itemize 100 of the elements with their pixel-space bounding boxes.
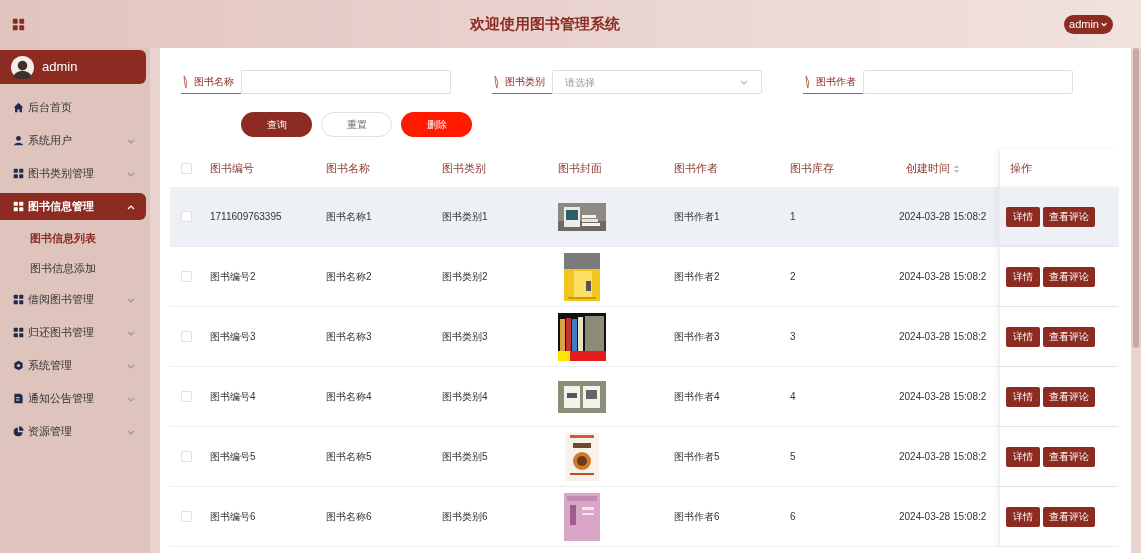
home-icon (13, 102, 24, 113)
user-menu-button[interactable]: admin (1064, 14, 1113, 34)
checkbox[interactable] (180, 451, 192, 462)
table-cell-text: 2024-03-28 15:08:2 (899, 450, 987, 464)
sidebar-item[interactable]: 归还图书管理 (0, 319, 146, 346)
table-cell-text: 3 (790, 330, 796, 344)
table-cell-text: 图书作者6 (674, 510, 720, 524)
user-icon (13, 135, 24, 146)
table-row[interactable]: 图书编号3 图书名称3 图书类别3 图书作者3 3 2024-03-28 15:08:2 详情 查看评论 (170, 307, 1119, 367)
field-label: 图书作者 (803, 70, 863, 94)
column-header: 图书作者 (674, 161, 718, 177)
avatar (11, 55, 34, 79)
column-header[interactable]: 创建时间 (906, 160, 950, 177)
view-comments-button[interactable]: 查看评论 (1043, 326, 1095, 347)
table-cell-text: 图书名称4 (326, 390, 372, 404)
sidebar-item[interactable]: 系统用户 (0, 127, 146, 154)
settings-icon (13, 360, 24, 371)
sidebar-item[interactable]: 借阅图书管理 (0, 286, 146, 313)
sidebar-item[interactable]: 通知公告管理 (0, 385, 146, 412)
table-cell-text: 1711609763395 (210, 210, 282, 224)
table-cell-text: 图书类别1 (442, 210, 488, 224)
submenu-item[interactable]: 图书信息添加 (0, 253, 150, 283)
table-row[interactable]: 图书编号4 图书名称4 图书类别4 图书作者4 4 2024-03-28 15:08:2 详情 查看评论 (170, 367, 1119, 427)
grid-icon (13, 168, 24, 179)
view-comments-button[interactable]: 查看评论 (1043, 506, 1095, 527)
details-button[interactable]: 详情 (1006, 206, 1040, 227)
view-comments-button[interactable]: 查看评论 (1043, 206, 1095, 227)
table-cell-text: 图书作者5 (674, 450, 720, 464)
input-field[interactable] (863, 70, 1073, 94)
table-cell-text: 图书名称5 (326, 450, 372, 464)
delete-button[interactable]: 删除 (401, 112, 472, 137)
table-cell-text: 图书类别5 (442, 450, 488, 464)
sidebar-item[interactable]: 图书类别管理 (0, 160, 146, 187)
table-cell-text: 2 (790, 270, 796, 284)
table-row[interactable]: 1711609763395 图书名称1 图书类别1 图书作者1 1 2024-03-28 15:08:2 详情 查看评论 (170, 187, 1119, 247)
table-cell-text: 图书名称1 (326, 210, 372, 224)
sidebar-item[interactable]: 图书信息管理 (0, 193, 146, 220)
table-cell-text: 图书类别2 (442, 270, 488, 284)
checkbox[interactable] (180, 271, 192, 282)
table-row[interactable]: 图书编号5 图书名称5 图书类别5 图书作者5 5 2024-03-28 15:08:2 详情 查看评论 (170, 427, 1119, 487)
table-cell-text: 图书编号2 (210, 270, 256, 284)
table-cell-text: 4 (790, 390, 796, 404)
table-cell-text: 1 (790, 210, 796, 224)
column-header: 图书类别 (442, 161, 486, 177)
column-header: 图书库存 (790, 161, 834, 177)
table-cell-text: 图书编号4 (210, 390, 256, 404)
sort-icon (953, 163, 960, 174)
checkbox[interactable] (180, 163, 192, 174)
column-header: 图书编号 (210, 161, 254, 177)
table-cell-text: 6 (790, 510, 796, 524)
sidebar-item[interactable]: 资源管理 (0, 418, 146, 445)
sidebar-item[interactable]: 系统管理 (0, 352, 146, 379)
table-cell-text: 2024-03-28 15:08:2 (899, 510, 987, 524)
reset-button[interactable]: 重置 (321, 112, 392, 137)
details-button[interactable]: 详情 (1006, 506, 1040, 527)
pie-chart-icon (13, 426, 24, 437)
scrollbar[interactable] (1133, 48, 1139, 348)
table-cell-text: 图书类别3 (442, 330, 488, 344)
details-button[interactable]: 详情 (1006, 386, 1040, 407)
pen-icon (181, 74, 189, 89)
table-cell-text: 5 (790, 450, 796, 464)
field-label: 图书类别 (492, 70, 552, 94)
view-comments-button[interactable]: 查看评论 (1043, 386, 1095, 407)
checkbox[interactable] (180, 331, 192, 342)
app-title: 欢迎使用图书管理系统 (468, 13, 621, 34)
table-cell-text: 图书类别6 (442, 510, 488, 524)
details-button[interactable]: 详情 (1006, 446, 1040, 467)
grid-icon (13, 201, 24, 212)
table-row[interactable]: 图书编号2 图书名称2 图书类别2 图书作者2 2 2024-03-28 15:08:2 详情 查看评论 (170, 247, 1119, 307)
table-cell-text: 2024-03-28 15:08:2 (899, 390, 987, 404)
search-button[interactable]: 查询 (241, 112, 312, 137)
user-name: admin (42, 58, 78, 77)
column-header: 图书名称 (326, 161, 370, 177)
caret-icon (1100, 20, 1108, 28)
checkbox[interactable] (180, 511, 192, 522)
document-icon (13, 393, 24, 404)
table-cell-text: 图书名称6 (326, 510, 372, 524)
checkbox[interactable] (180, 211, 192, 222)
checkbox[interactable] (180, 391, 192, 402)
table-cell-text: 图书名称2 (326, 270, 372, 284)
view-comments-button[interactable]: 查看评论 (1043, 266, 1095, 287)
table-cell-text: 图书编号3 (210, 330, 256, 344)
menu-icon (12, 17, 25, 31)
table-cell-text: 图书作者3 (674, 330, 720, 344)
submenu-item[interactable]: 图书信息列表 (0, 223, 150, 253)
table-cell-text: 图书作者4 (674, 390, 720, 404)
sidebar-item[interactable]: 后台首页 (0, 94, 146, 121)
view-comments-button[interactable]: 查看评论 (1043, 446, 1095, 467)
table-cell-text: 图书编号5 (210, 450, 256, 464)
field-label: 图书名称 (181, 70, 241, 94)
table-row[interactable]: 图书编号6 图书名称6 图书类别6 图书作者6 6 2024-03-28 15:08:2 详情 查看评论 (170, 487, 1119, 547)
grid-icon (13, 294, 24, 305)
pen-icon (803, 74, 811, 89)
input-field[interactable] (241, 70, 451, 94)
grid-icon (13, 327, 24, 338)
table-cell-text: 2024-03-28 15:08:2 (899, 330, 987, 344)
details-button[interactable]: 详情 (1006, 326, 1040, 347)
column-header: 操作 (1010, 161, 1032, 177)
column-header: 图书封面 (558, 161, 602, 177)
details-button[interactable]: 详情 (1006, 266, 1040, 287)
